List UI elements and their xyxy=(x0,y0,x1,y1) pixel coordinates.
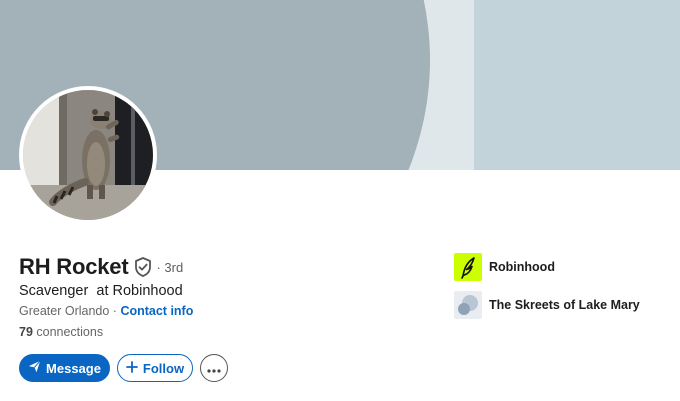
send-icon xyxy=(28,360,41,376)
profile-name: RH Rocket xyxy=(19,254,129,279)
connection-degree: · 3rd xyxy=(156,259,184,275)
profile-location: Greater Orlando xyxy=(19,304,110,318)
message-button-label: Message xyxy=(46,360,101,376)
school-name: The Skreets of Lake Mary xyxy=(489,298,640,312)
school-logo-icon xyxy=(454,291,482,319)
connections-label: connections xyxy=(32,325,104,339)
current-company[interactable]: Robinhood xyxy=(454,253,555,281)
profile-headline: Scavenger at Robinhood xyxy=(19,283,183,299)
location-separator: · xyxy=(109,304,121,318)
company-name: Robinhood xyxy=(489,260,555,274)
verified-shield-icon[interactable] xyxy=(134,257,152,277)
connections-number: 79 xyxy=(19,325,33,339)
contact-info-link[interactable]: Contact info xyxy=(120,304,193,318)
more-actions-button[interactable] xyxy=(200,354,228,382)
avatar[interactable] xyxy=(19,86,157,224)
message-button[interactable]: Message xyxy=(19,354,110,382)
location-row: Greater Orlando · Contact info xyxy=(19,304,193,318)
follow-button[interactable]: Follow xyxy=(117,354,193,382)
education-school[interactable]: The Skreets of Lake Mary xyxy=(454,291,640,319)
profile-page: RH Rocket · 3rd Scavenger at Robinhood G… xyxy=(0,0,680,401)
robinhood-logo-icon xyxy=(454,253,482,281)
more-horizontal-icon xyxy=(207,361,221,376)
name-row: RH Rocket · 3rd xyxy=(19,254,183,280)
plus-icon xyxy=(126,360,138,376)
connections-count[interactable]: 79 connections xyxy=(19,325,103,339)
avatar-photo xyxy=(23,90,153,220)
follow-button-label: Follow xyxy=(142,360,185,376)
